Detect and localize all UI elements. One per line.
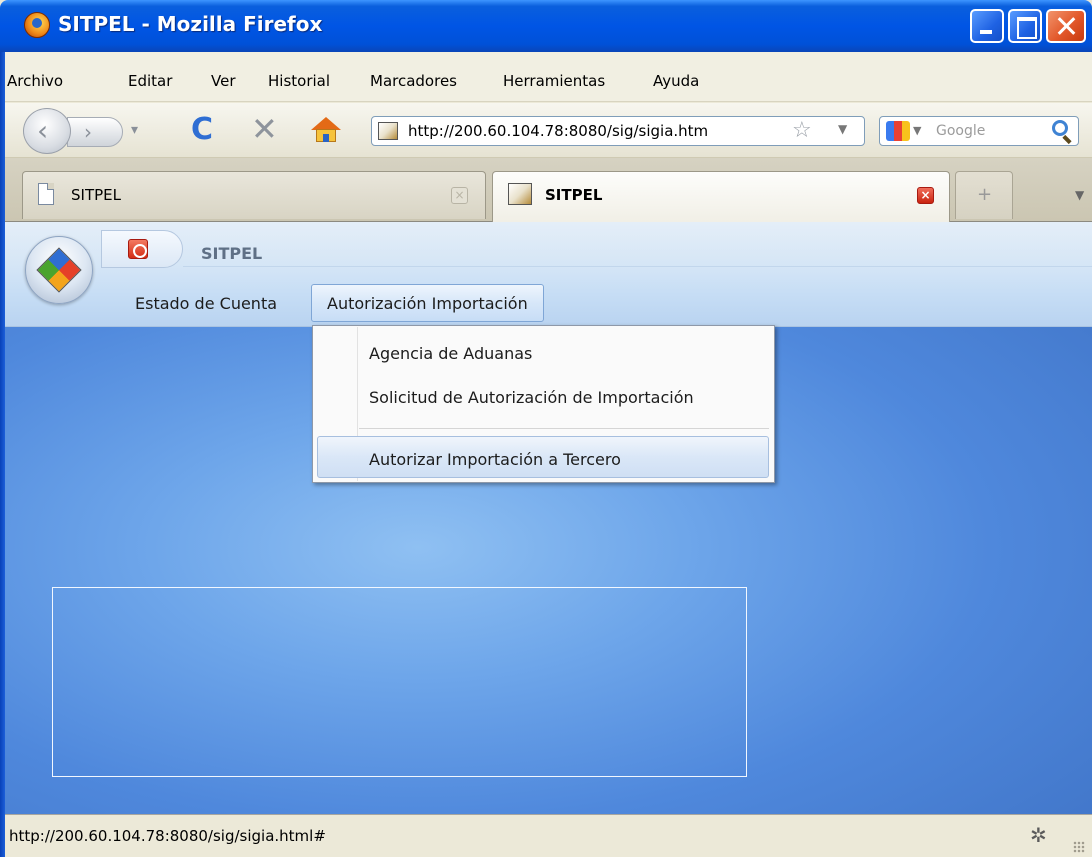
resize-grip-icon[interactable] (1073, 841, 1085, 853)
menu-ayuda[interactable]: Ayuda (653, 72, 699, 90)
menu-item-agencia-de-aduanas[interactable]: Agencia de Aduanas (369, 344, 532, 363)
content-panel-outline (52, 587, 747, 777)
home-icon[interactable] (311, 117, 341, 143)
minimize-button[interactable] (970, 9, 1004, 43)
navigation-toolbar: › ‹ ▾ C ✕ http://200.60.104.78:8080/sig/… (5, 103, 1092, 158)
menu-separator (359, 428, 769, 429)
app-title: SITPEL (201, 244, 263, 263)
site-favicon-icon (508, 183, 532, 205)
reload-icon[interactable]: C (191, 115, 213, 145)
new-tab-button[interactable]: + (955, 171, 1013, 219)
google-engine-icon[interactable] (886, 121, 910, 141)
back-button[interactable]: ‹ (23, 108, 71, 154)
menu-item-autorizar-importacion-tercero[interactable]: Autorizar Importación a Tercero (369, 450, 621, 469)
quick-access-bar (101, 230, 183, 268)
menu-autorizacion-importacion[interactable]: Autorización Importación (311, 284, 544, 322)
menu-herramientas[interactable]: Herramientas (503, 72, 605, 90)
status-bar: http://200.60.104.78:8080/sig/sigia.html… (5, 814, 1092, 857)
page-content: SITPEL Estado de Cuenta Autorización Imp… (5, 222, 1092, 814)
menu-estado-de-cuenta[interactable]: Estado de Cuenta (135, 294, 277, 313)
status-text: http://200.60.104.78:8080/sig/sigia.html… (9, 827, 326, 845)
bookmark-star-icon[interactable]: ☆ (792, 118, 812, 143)
forward-arrow-icon: › (84, 120, 92, 144)
forward-button[interactable]: › (67, 117, 123, 147)
url-bar[interactable]: http://200.60.104.78:8080/sig/sigia.htm … (371, 116, 865, 146)
window-titlebar[interactable]: SITPEL - Mozilla Firefox (0, 0, 1092, 52)
app-logo-icon (36, 247, 82, 293)
back-forward-group: › ‹ ▾ (23, 108, 151, 154)
tab-label: SITPEL (545, 186, 603, 204)
window-title: SITPEL - Mozilla Firefox (58, 12, 323, 36)
menu-editar[interactable]: Editar (128, 72, 172, 90)
site-favicon-icon (378, 122, 398, 140)
menu-bar: Archivo Editar Ver Historial Marcadores … (5, 52, 1092, 102)
menu-marcadores[interactable]: Marcadores (370, 72, 457, 90)
history-dropdown-icon[interactable]: ▾ (131, 122, 138, 138)
close-window-button[interactable] (1046, 9, 1086, 43)
firefox-icon (24, 12, 50, 38)
back-arrow-icon: ‹ (37, 114, 49, 147)
menu-item-solicitud-autorizacion[interactable]: Solicitud de Autorización de Importación (369, 388, 694, 407)
tab-close-icon[interactable]: × (917, 187, 934, 204)
tab-close-icon[interactable]: × (451, 187, 468, 204)
tab-label: SITPEL (71, 186, 121, 204)
tab-list-dropdown-icon[interactable]: ▼ (1075, 188, 1084, 202)
plus-icon: + (977, 184, 993, 205)
search-icon[interactable] (1052, 120, 1068, 136)
search-input[interactable]: Google (936, 123, 985, 139)
url-dropdown-icon[interactable]: ▼ (838, 122, 847, 136)
stop-icon[interactable]: ✕ (251, 113, 278, 145)
tab-sitpel-2[interactable]: SITPEL × (492, 171, 950, 222)
maximize-button[interactable] (1008, 9, 1042, 43)
menu-historial[interactable]: Historial (268, 72, 330, 90)
autorizacion-dropdown: Agencia de Aduanas Solicitud de Autoriza… (312, 325, 775, 483)
bug-icon[interactable]: ✲ (1030, 823, 1047, 847)
app-orb-button[interactable] (25, 236, 93, 304)
engine-dropdown-icon[interactable]: ▼ (913, 124, 921, 137)
document-icon (38, 183, 54, 205)
tab-strip: SITPEL × SITPEL × + ▼ (5, 158, 1092, 222)
search-bar[interactable]: ▼ Google (879, 116, 1079, 146)
tab-sitpel-1[interactable]: SITPEL × (22, 171, 486, 219)
menu-ver[interactable]: Ver (211, 72, 236, 90)
url-text[interactable]: http://200.60.104.78:8080/sig/sigia.htm (408, 122, 784, 140)
title-divider (183, 266, 1092, 267)
power-icon[interactable] (128, 239, 148, 259)
app-ribbon: SITPEL Estado de Cuenta Autorización Imp… (5, 222, 1092, 327)
menu-archivo[interactable]: Archivo (7, 72, 63, 90)
